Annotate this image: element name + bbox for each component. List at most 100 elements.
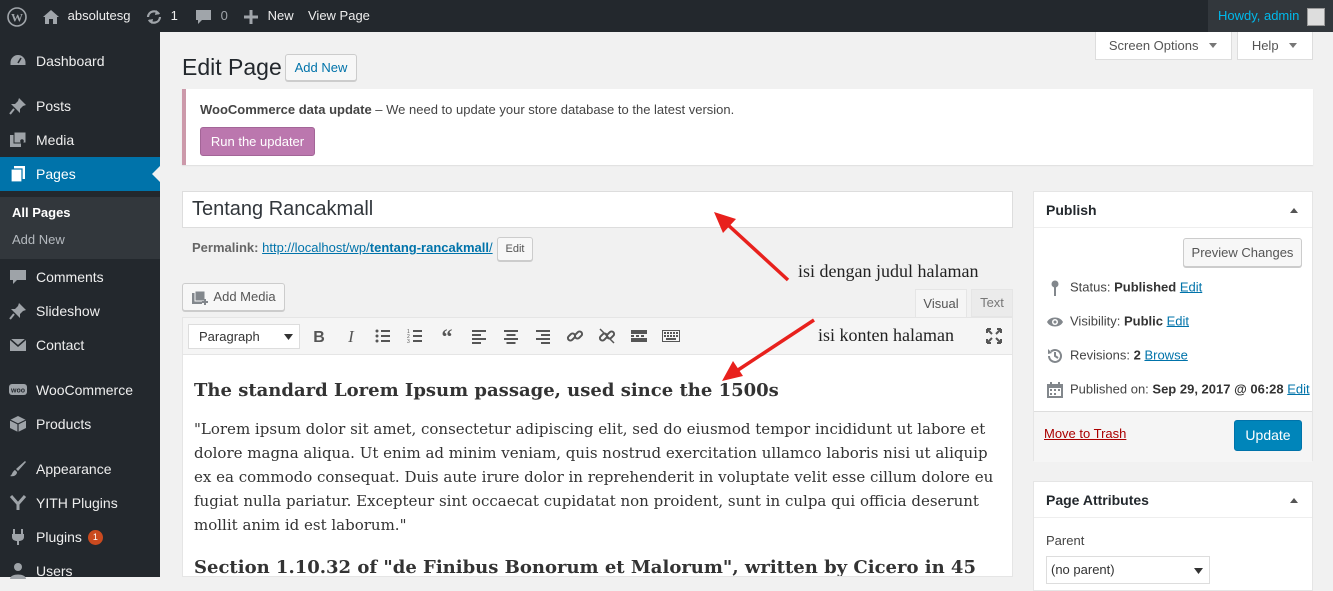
align-right-icon[interactable] [534, 327, 552, 345]
blockquote-icon[interactable]: “ [438, 327, 456, 345]
permalink-link[interactable]: http://localhost/wp/tentang-rancakmall/ [262, 240, 493, 255]
sidebar-item-yith-plugins[interactable]: YITH Plugins [0, 486, 160, 520]
parent-select[interactable]: (no parent) [1046, 556, 1210, 584]
sidebar-item-label: Comments [36, 269, 104, 285]
howdy-text: Howdy, admin [1217, 8, 1300, 23]
box-icon [9, 416, 27, 432]
revisions-label: Revisions: [1070, 347, 1130, 363]
page-attributes-heading-text: Page Attributes [1046, 492, 1149, 508]
sidebar-item-label: Plugins 1 [36, 520, 103, 554]
preview-changes-button[interactable]: Preview Changes [1183, 238, 1302, 267]
notice-message: WooCommerce data update – We need to upd… [200, 102, 734, 117]
tab-text[interactable]: Text [971, 289, 1013, 317]
sidebar-item-label: Posts [36, 98, 72, 114]
sidebar-item-media[interactable]: Media [0, 123, 160, 157]
parent-select-value: (no parent) [1051, 562, 1115, 577]
run-updater-button[interactable]: Run the updater [200, 127, 315, 156]
updates-icon [146, 9, 162, 24]
publish-box: Publish Preview Changes Status: Publishe… [1033, 191, 1313, 462]
visibility-row: Visibility: Public Edit [1046, 313, 1189, 331]
revisions-icon [1048, 348, 1062, 363]
account-menu[interactable]: Howdy, admin [1207, 0, 1333, 32]
sidebar-item-posts[interactable]: Posts [0, 89, 160, 123]
move-to-trash-link[interactable]: Move to Trash [1044, 426, 1126, 441]
browse-revisions-link[interactable]: Browse [1144, 347, 1187, 362]
svg-text:I: I [347, 327, 355, 345]
fullscreen-icon[interactable] [985, 327, 1003, 345]
numbered-list-icon[interactable]: 123 [406, 327, 424, 345]
add-media-button[interactable]: Add Media [182, 283, 285, 311]
published-on-row: Published on: Sep 29, 2017 @ 06:28 Edit [1046, 381, 1310, 399]
page-title-input[interactable]: Tentang Rancakmall [182, 191, 1013, 228]
pages-submenu: All Pages Add New [0, 197, 160, 259]
page-title: Edit Page [182, 54, 282, 80]
sidebar-item-comments[interactable]: Comments [0, 260, 160, 294]
screen-options-tab[interactable]: Screen Options [1095, 32, 1232, 60]
submenu-all-pages[interactable]: All Pages [12, 205, 71, 220]
wordpress-logo-icon[interactable]: W [7, 0, 27, 32]
site-name: absolutesg [67, 8, 131, 23]
sidebar-item-plugins[interactable]: Plugins 1 [0, 520, 160, 554]
woocommerce-icon: woo [9, 384, 27, 395]
svg-text:“: “ [442, 327, 453, 345]
sidebar-item-appearance[interactable]: Appearance [0, 452, 160, 486]
updates-link[interactable]: 1 [145, 0, 178, 32]
edit-visibility-link[interactable]: Edit [1167, 313, 1189, 328]
sidebar-item-products[interactable]: Products [0, 407, 160, 441]
format-select-value: Paragraph [199, 329, 260, 344]
permalink-edit-button[interactable]: Edit [497, 237, 533, 261]
sidebar-item-label: Media [36, 132, 75, 148]
comments-link[interactable]: 0 [195, 0, 228, 32]
add-new-page-button[interactable]: Add New [285, 54, 357, 81]
screen-options-label: Screen Options [1108, 38, 1199, 53]
link-icon[interactable] [566, 327, 584, 345]
align-center-icon[interactable] [502, 327, 520, 345]
help-label: Help [1251, 38, 1279, 53]
status-label: Status: [1070, 279, 1111, 295]
editor-content: The standard Lorem Ipsum passage, used s… [194, 380, 1004, 576]
keyboard-icon[interactable] [662, 327, 680, 345]
bold-icon[interactable]: B [310, 327, 328, 345]
new-content-link[interactable]: New [244, 0, 294, 32]
edit-status-link[interactable]: Edit [1180, 279, 1202, 294]
add-media-label: Add Media [213, 289, 276, 304]
align-left-icon[interactable] [470, 327, 488, 345]
view-page-link[interactable]: View Page [308, 0, 370, 32]
paintbrush-icon [10, 461, 26, 477]
comments-count: 0 [220, 8, 228, 23]
page-attributes-heading[interactable]: Page Attributes [1034, 482, 1312, 518]
bullet-list-icon[interactable] [374, 327, 392, 345]
admin-bar: W absolutesg 1 0 New View Page Howdy, ad… [0, 0, 1333, 32]
submenu-add-new[interactable]: Add New [12, 232, 65, 247]
sidebar-item-dashboard[interactable]: Dashboard [0, 44, 160, 78]
caret-up-icon[interactable] [1289, 497, 1299, 504]
pushpin-icon [9, 303, 26, 320]
update-button[interactable]: Update [1234, 420, 1302, 451]
svg-text:woo: woo [10, 388, 25, 395]
site-name-link[interactable]: absolutesg [42, 0, 131, 32]
unlink-icon[interactable] [598, 327, 616, 345]
italic-icon[interactable]: I [342, 327, 360, 345]
svg-text:3: 3 [407, 339, 410, 345]
tab-visual[interactable]: Visual [915, 289, 967, 318]
visibility-label: Visibility: [1070, 313, 1121, 329]
sidebar-item-contact[interactable]: Contact [0, 328, 160, 362]
edit-date-link[interactable]: Edit [1287, 381, 1309, 396]
help-tab[interactable]: Help [1237, 32, 1313, 60]
sidebar-item-woocommerce[interactable]: woo WooCommerce [0, 373, 160, 407]
format-select[interactable]: Paragraph [188, 324, 300, 349]
caret-down-icon [284, 334, 293, 340]
content-editor[interactable]: Paragraph B I 123 “ The standard Lorem I… [182, 317, 1013, 577]
publish-heading[interactable]: Publish [1034, 192, 1312, 228]
published-on-label: Published on: [1070, 381, 1149, 397]
revisions-value: 2 [1133, 347, 1141, 363]
caret-up-icon[interactable] [1289, 207, 1299, 214]
users-icon [10, 563, 26, 579]
sidebar-item-pages[interactable]: Pages [0, 157, 160, 191]
status-row: Status: Published Edit [1046, 279, 1202, 297]
sidebar-item-slideshow[interactable]: Slideshow [0, 294, 160, 328]
status-value: Published [1114, 279, 1177, 295]
sidebar-item-users[interactable]: Users [0, 554, 160, 588]
permalink-end: / [488, 240, 493, 255]
read-more-icon[interactable] [630, 327, 648, 345]
